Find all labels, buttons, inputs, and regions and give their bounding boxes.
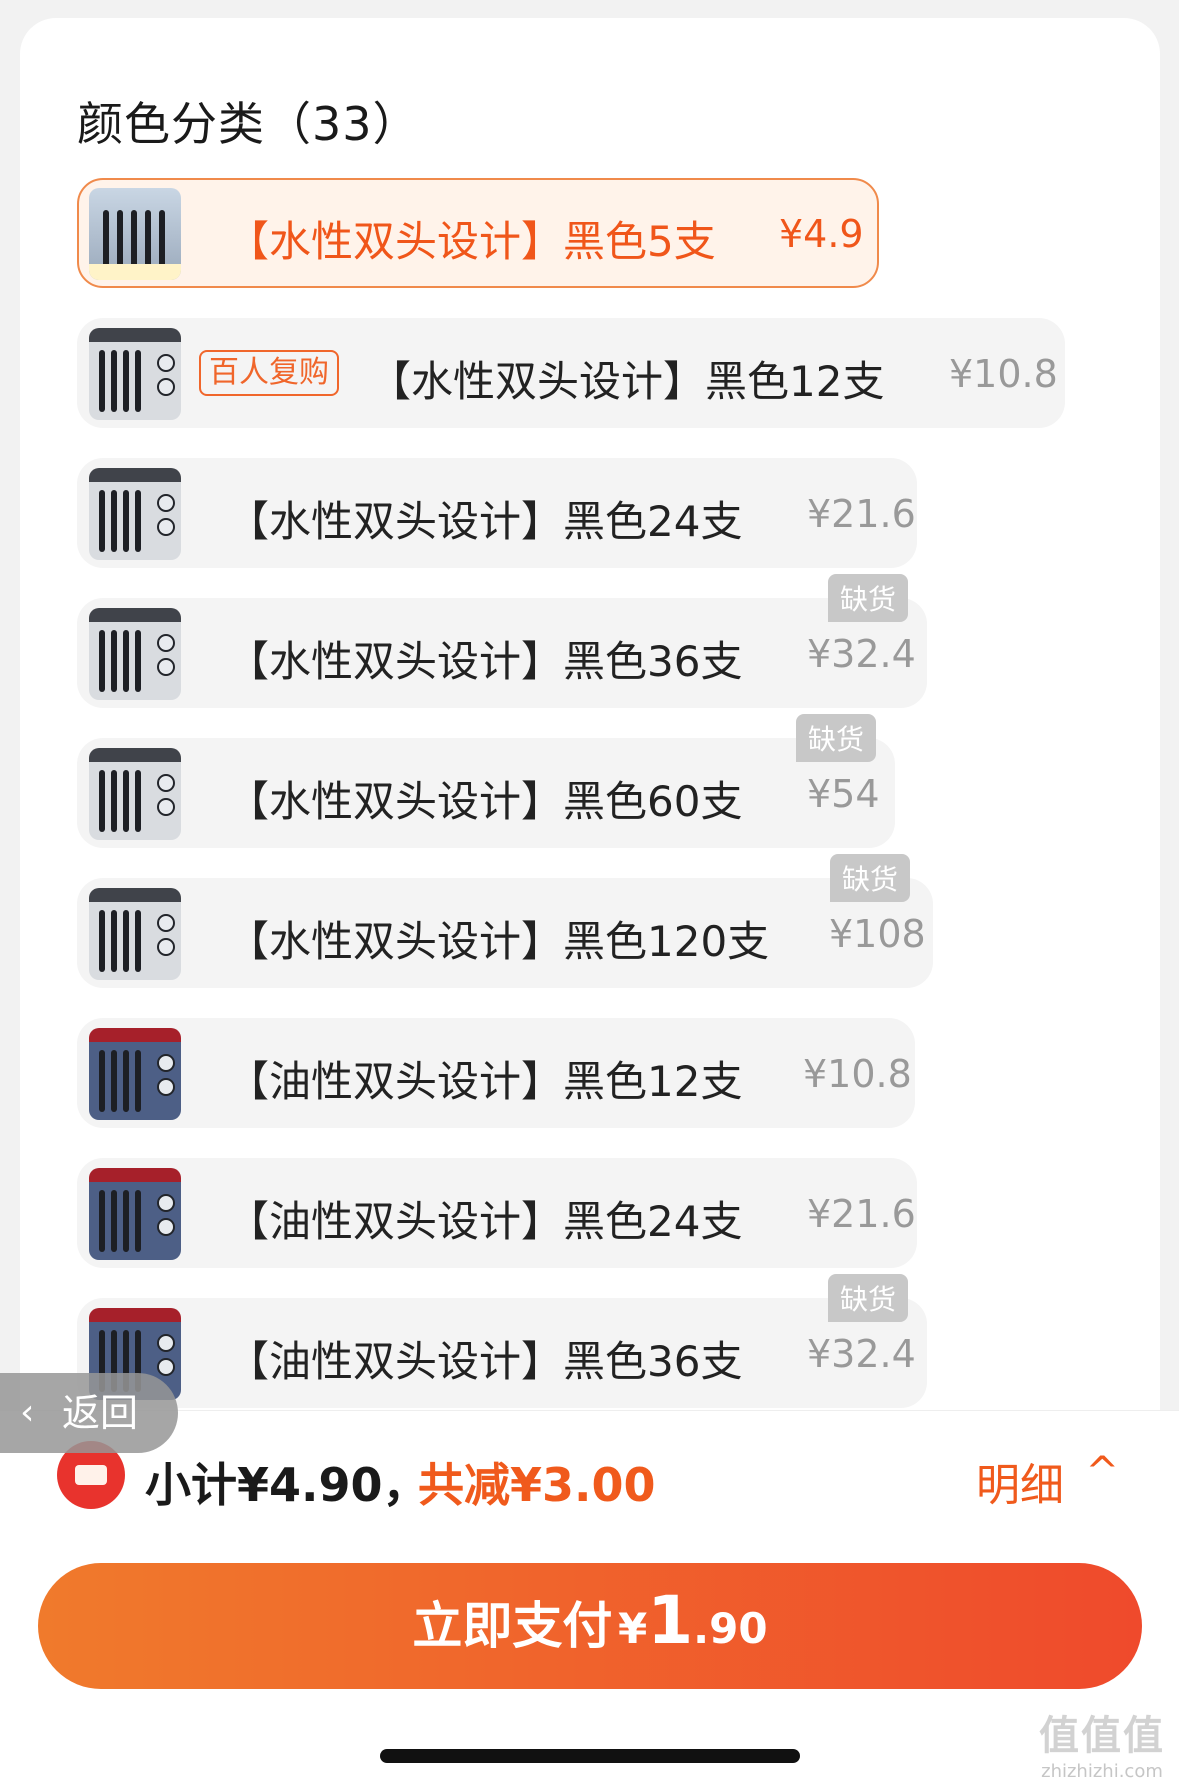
watermark: 值值值 zhizhizhi.com — [1039, 1703, 1165, 1782]
chevron-up-icon[interactable]: ^ — [1085, 1449, 1119, 1495]
option-price: ¥54 — [807, 772, 880, 816]
option-price: ¥32.4 — [807, 632, 916, 676]
option-label: 【油性双头设计】黑色12支 — [227, 1057, 743, 1106]
option-label: 【油性双头设计】黑色36支 — [227, 1337, 743, 1386]
product-thumbnail — [89, 1028, 181, 1120]
option-price: ¥10.8 — [803, 1052, 912, 1096]
sku-option-water-36[interactable]: 【水性双头设计】黑色36支 ¥32.4 — [77, 598, 927, 708]
option-label: 【水性双头设计】黑色24支 — [227, 497, 743, 546]
sku-option-water-60[interactable]: 【水性双头设计】黑色60支 ¥54 — [77, 738, 895, 848]
soldout-badge: 缺货 — [828, 1274, 909, 1322]
pay-amount-int: 1 — [647, 1582, 694, 1659]
discount-text: 共减¥3.00 — [418, 1458, 656, 1512]
detail-link[interactable]: 明细 — [976, 1449, 1064, 1513]
sku-option-water-5[interactable]: 【水性双头设计】黑色5支 ¥4.9 — [77, 178, 879, 288]
chevron-left-icon: ‹ — [20, 1392, 35, 1433]
option-label: 【水性双头设计】黑色5支 — [227, 217, 716, 266]
soldout-badge: 缺货 — [796, 714, 877, 762]
pay-button-label: 立即支付 — [412, 1597, 613, 1655]
sku-option-oil-12[interactable]: 【油性双头设计】黑色12支 ¥10.8 — [77, 1018, 915, 1128]
product-thumbnail — [89, 748, 181, 840]
option-price: ¥108 — [829, 912, 926, 956]
option-price: ¥4.9 — [779, 212, 864, 256]
option-label: 【水性双头设计】黑色12支 — [369, 357, 885, 406]
option-label: 【水性双头设计】黑色36支 — [227, 637, 743, 686]
sku-option-water-12[interactable]: 百人复购 【水性双头设计】黑色12支 ¥10.8 — [77, 318, 1065, 428]
back-button[interactable]: ‹ 返回 — [0, 1373, 178, 1453]
watermark-logo: 值值值 — [1039, 1713, 1165, 1759]
pay-now-button[interactable]: 立即支付 ¥1.90 — [38, 1563, 1142, 1689]
option-label: 【水性双头设计】黑色120支 — [227, 917, 770, 966]
pay-amount-dec: .90 — [693, 1604, 768, 1653]
sku-option-oil-24[interactable]: 【油性双头设计】黑色24支 ¥21.6 — [77, 1158, 917, 1268]
sku-option-oil-36[interactable]: 【油性双头设计】黑色36支 ¥32.4 — [77, 1298, 927, 1408]
watermark-url: zhizhizhi.com — [1041, 1761, 1163, 1782]
product-thumbnail — [89, 468, 181, 560]
sku-option-water-24[interactable]: 【水性双头设计】黑色24支 ¥21.6 — [77, 458, 917, 568]
sku-option-water-120[interactable]: 【水性双头设计】黑色120支 ¥108 — [77, 878, 933, 988]
subtotal-text: 小计¥4.90， — [145, 1458, 429, 1512]
soldout-badge: 缺货 — [830, 854, 911, 902]
repurchase-badge: 百人复购 — [199, 350, 339, 396]
back-label: 返回 — [62, 1391, 139, 1435]
option-price: ¥10.8 — [949, 352, 1058, 396]
product-thumbnail — [89, 328, 181, 420]
section-title: 颜色分类（33） — [77, 97, 420, 151]
home-indicator — [380, 1749, 800, 1763]
product-thumbnail — [89, 1168, 181, 1260]
product-thumbnail — [89, 188, 181, 280]
option-label: 【油性双头设计】黑色24支 — [227, 1197, 743, 1246]
checkout-bar: 小计¥4.90， 共减¥3.00 明细 ^ 立即支付 ¥1.90 值值值 zhi… — [0, 1410, 1179, 1792]
product-thumbnail — [89, 608, 181, 700]
soldout-badge: 缺货 — [828, 574, 909, 622]
option-price: ¥32.4 — [807, 1332, 916, 1376]
option-price: ¥21.6 — [807, 492, 916, 536]
option-price: ¥21.6 — [807, 1192, 916, 1236]
thumbnail-banner — [89, 264, 181, 280]
pay-currency: ¥ — [618, 1604, 648, 1653]
product-thumbnail — [89, 888, 181, 980]
option-label: 【水性双头设计】黑色60支 — [227, 777, 743, 826]
